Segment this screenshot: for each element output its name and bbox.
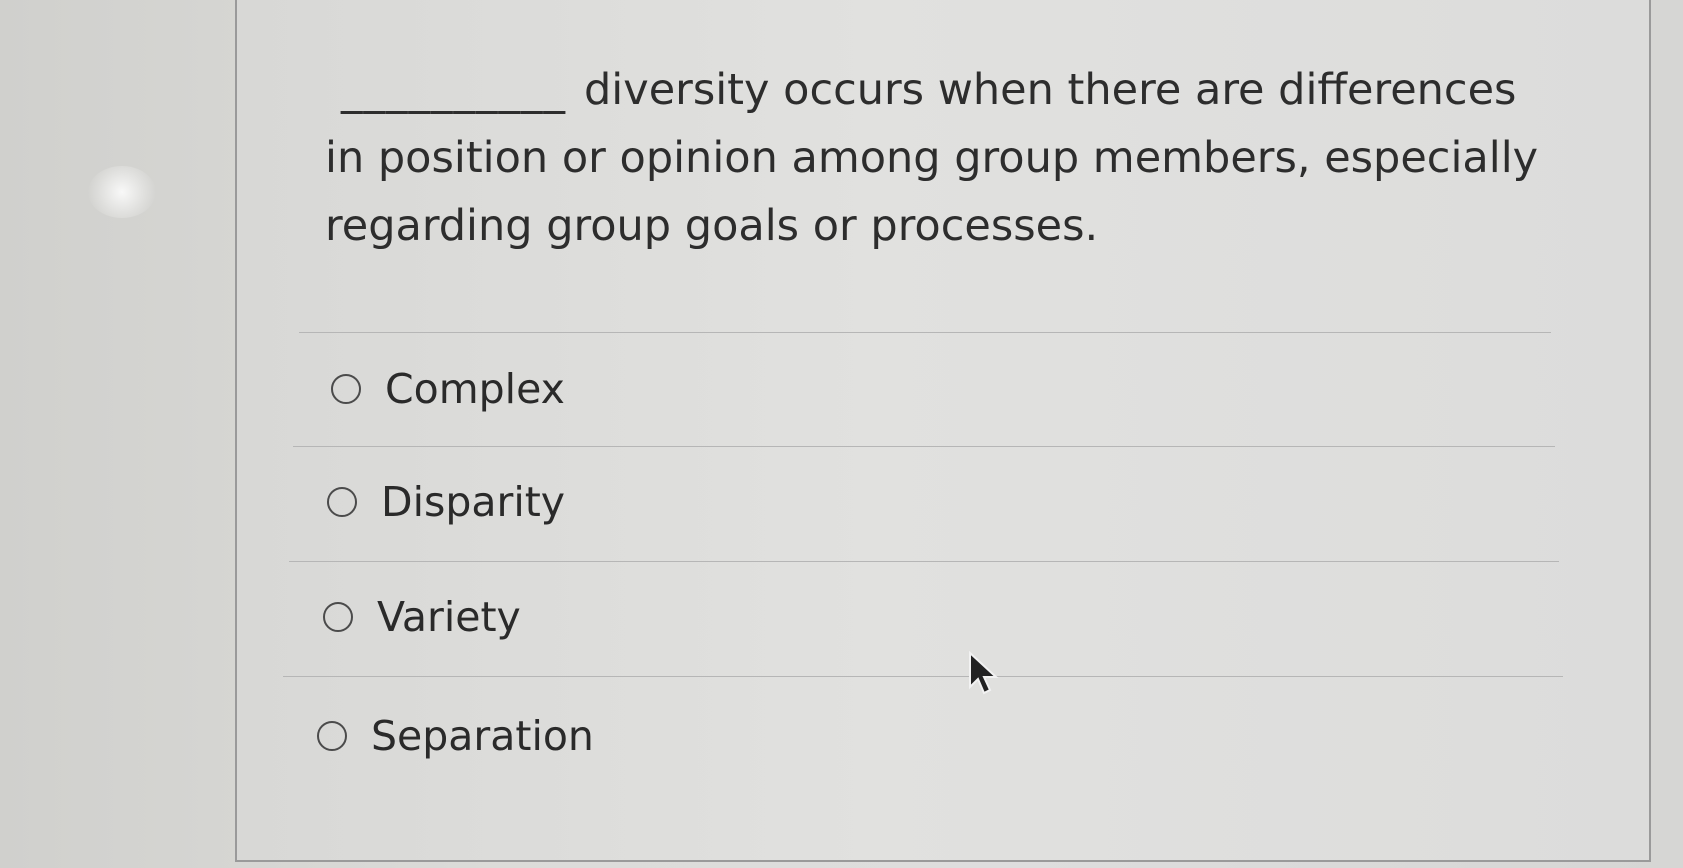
mouse-pointer-icon xyxy=(969,651,999,695)
option-label: Disparity xyxy=(381,478,566,526)
screen: __________ diversity occurs when there ar… xyxy=(0,0,1683,868)
option-variety[interactable]: Variety xyxy=(323,593,521,641)
radio-empty-icon[interactable] xyxy=(331,374,361,404)
divider xyxy=(293,446,1555,447)
question-text: __________ diversity occurs when there ar… xyxy=(325,56,1565,260)
answer-blank: __________ xyxy=(341,65,566,115)
option-complex[interactable]: Complex xyxy=(331,365,565,413)
radio-empty-icon[interactable] xyxy=(317,721,347,751)
divider xyxy=(299,332,1551,333)
question-panel: __________ diversity occurs when there ar… xyxy=(235,0,1651,862)
option-label: Separation xyxy=(371,712,594,760)
divider xyxy=(289,561,1559,562)
radio-empty-icon[interactable] xyxy=(323,602,353,632)
screen-glare xyxy=(88,166,156,218)
option-label: Complex xyxy=(385,365,565,413)
option-disparity[interactable]: Disparity xyxy=(327,478,565,526)
option-label: Variety xyxy=(377,593,521,641)
divider xyxy=(283,676,1563,677)
radio-empty-icon[interactable] xyxy=(327,487,357,517)
option-separation[interactable]: Separation xyxy=(317,712,594,760)
